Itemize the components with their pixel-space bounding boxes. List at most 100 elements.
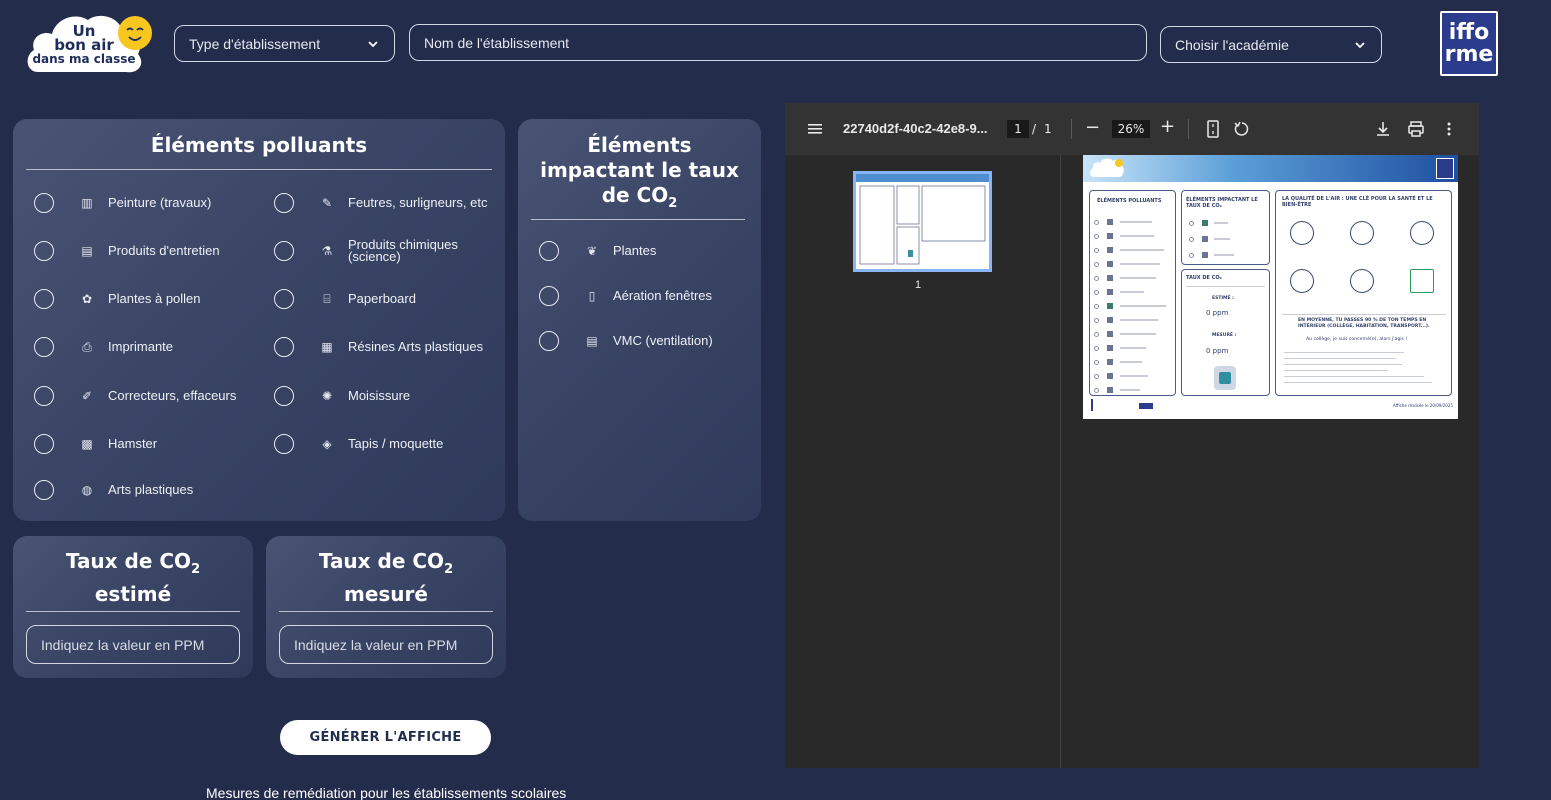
generate-poster-button[interactable]: GÉNÉRER L'AFFICHE — [280, 720, 491, 755]
more-options-icon[interactable] — [1445, 120, 1453, 138]
option-label: Tapis / moquette — [348, 436, 444, 451]
option-vmc[interactable]: ▤ VMC (ventilation) — [539, 329, 713, 353]
page-partner-logo — [1436, 158, 1454, 179]
option-label: Peinture (travaux) — [108, 195, 212, 210]
option-correcteurs[interactable]: ✐ Correcteurs, effaceurs — [34, 384, 236, 408]
establishment-name-input[interactable]: Nom de l'établissement — [409, 24, 1147, 61]
page-radio — [1094, 304, 1099, 309]
page-item-line — [1120, 221, 1152, 223]
co2-measured-input[interactable]: Indiquez la valeur en PPM — [279, 625, 493, 664]
radio-button[interactable] — [34, 386, 54, 406]
option-imprimante[interactable]: ⎙ Imprimante — [34, 335, 173, 359]
remediation-link[interactable]: Mesures de remédiation pour les établiss… — [206, 785, 566, 800]
radio-button[interactable] — [34, 241, 54, 261]
page-item-icon — [1107, 219, 1113, 225]
print-icon[interactable] — [1407, 120, 1425, 138]
page-item-line — [1214, 222, 1228, 224]
page-pollutants-column: ÉLÉMENTS POLLUANTS — [1089, 190, 1176, 396]
menu-icon[interactable] — [807, 122, 823, 136]
partner-logo[interactable]: iffo rme — [1440, 11, 1498, 76]
page-logo-icon — [1090, 158, 1124, 177]
printer-icon: ⎙ — [82, 340, 92, 354]
zoom-in-icon[interactable]: + — [1160, 116, 1175, 137]
page-radio — [1094, 262, 1099, 267]
page-radio — [1189, 237, 1194, 242]
option-moisissure[interactable]: ✺ Moisissure — [274, 384, 410, 408]
option-arts-plastiques[interactable]: ◍ Arts plastiques — [34, 478, 193, 502]
page-co2-impact-column: ÉLÉMENTS IMPACTANT LE TAUX DE CO₂ — [1181, 190, 1270, 265]
option-label: Aération fenêtres — [613, 288, 713, 303]
palette-icon: ◍ — [81, 483, 93, 497]
marker-icon: ✎ — [321, 196, 333, 210]
title-text: Taux de CO — [318, 549, 445, 573]
page-item-line — [1120, 277, 1156, 279]
divider — [26, 611, 240, 612]
co2-impact-title-text: Éléments impactant le taux de CO — [540, 133, 739, 207]
option-plantes-pollen[interactable]: ✿ Plantes à pollen — [34, 287, 201, 311]
page-item-icon — [1107, 233, 1113, 239]
option-label: Produits chimiques (science) — [348, 237, 458, 264]
co2-estimated-input[interactable]: Indiquez la valeur en PPM — [26, 625, 240, 664]
logo-text: Un bon air dans ma classe — [32, 24, 136, 67]
fit-page-icon[interactable] — [1206, 120, 1220, 138]
radio-button[interactable] — [274, 386, 294, 406]
co2-measured-title: Taux de CO2 mesuré — [266, 549, 506, 607]
input-placeholder: Indiquez la valeur en PPM — [294, 636, 458, 653]
radio-button[interactable] — [539, 241, 559, 261]
page-radio — [1094, 248, 1099, 253]
option-aeration[interactable]: ▯ Aération fenêtres — [539, 284, 712, 308]
option-peinture[interactable]: ▥ Peinture (travaux) — [34, 191, 211, 215]
page-number-input[interactable]: 1 — [1007, 120, 1029, 138]
page-estimated-value: 0 ppm — [1206, 309, 1229, 317]
total-pages: 1 — [1044, 122, 1052, 136]
pdf-viewer: 22740d2f-40c2-42e8-9... 1 / 1 − 26% + 1 … — [785, 103, 1479, 768]
zoom-level-input[interactable]: 26% — [1112, 120, 1150, 138]
option-feutres[interactable]: ✎ Feutres, surligneurs, etc — [274, 191, 487, 215]
option-resines[interactable]: ▦ Résines Arts plastiques — [274, 335, 483, 359]
option-label: Moisissure — [348, 388, 411, 403]
radio-button[interactable] — [274, 241, 294, 261]
academy-select[interactable]: Choisir l'académie — [1160, 26, 1382, 63]
flask-icon: ⚗ — [321, 244, 333, 258]
sidebar-divider — [1060, 155, 1061, 768]
page-col3-title: LA QUALITÉ DE L'AIR : UNE CLÉ POUR LA SA… — [1282, 196, 1433, 208]
radio-button[interactable] — [34, 480, 54, 500]
radio-button[interactable] — [34, 337, 54, 357]
option-produits-entretien[interactable]: ▤ Produits d'entretien — [34, 239, 220, 263]
download-icon[interactable] — [1375, 120, 1391, 138]
page-col3-sub: Au collège, je suis concerné(e), alors j… — [1306, 337, 1408, 342]
radio-button[interactable] — [274, 193, 294, 213]
option-tapis[interactable]: ◈ Tapis / moquette — [274, 432, 443, 456]
rotate-icon[interactable] — [1233, 120, 1251, 138]
option-plantes[interactable]: ❦ Plantes — [539, 239, 656, 263]
option-label: Correcteurs, effaceurs — [108, 388, 237, 403]
app-logo[interactable]: Un bon air dans ma classe — [22, 10, 152, 80]
title-qualifier: estimé — [94, 582, 172, 606]
page-measured-label: MESURÉ : — [1212, 333, 1237, 338]
radio-button[interactable] — [539, 331, 559, 351]
divider — [279, 611, 493, 612]
pdf-filename: 22740d2f-40c2-42e8-9... — [843, 121, 988, 136]
page-co2-rate-column: TAUX DE CO₂ ESTIMÉ : 0 ppm MESURÉ : 0 pp… — [1181, 269, 1270, 396]
radio-button[interactable] — [274, 337, 294, 357]
radio-button[interactable] — [34, 193, 54, 213]
radio-button[interactable] — [34, 289, 54, 309]
radio-button[interactable] — [274, 434, 294, 454]
toolbar-separator — [1188, 119, 1189, 139]
logo-line-2: bon air — [54, 36, 114, 54]
option-hamster[interactable]: ▩ Hamster — [34, 432, 157, 456]
page-item-icon — [1107, 289, 1113, 295]
radio-button[interactable] — [274, 289, 294, 309]
zoom-out-icon[interactable]: − — [1085, 117, 1100, 138]
page-col2b-title: TAUX DE CO₂ — [1186, 275, 1222, 281]
radio-button[interactable] — [539, 286, 559, 306]
option-label: Plantes à pollen — [108, 291, 201, 306]
radio-button[interactable] — [34, 434, 54, 454]
page-text-line — [1284, 376, 1424, 377]
establishment-type-select[interactable]: Type d'établissement — [174, 25, 395, 62]
option-produits-chimiques[interactable]: ⚗ Produits chimiques (science) — [274, 237, 468, 264]
page-item-icon — [1107, 261, 1113, 267]
option-paperboard[interactable]: ⌸ Paperboard — [274, 287, 416, 311]
page-thumbnail[interactable] — [853, 171, 992, 272]
divider — [531, 219, 745, 220]
